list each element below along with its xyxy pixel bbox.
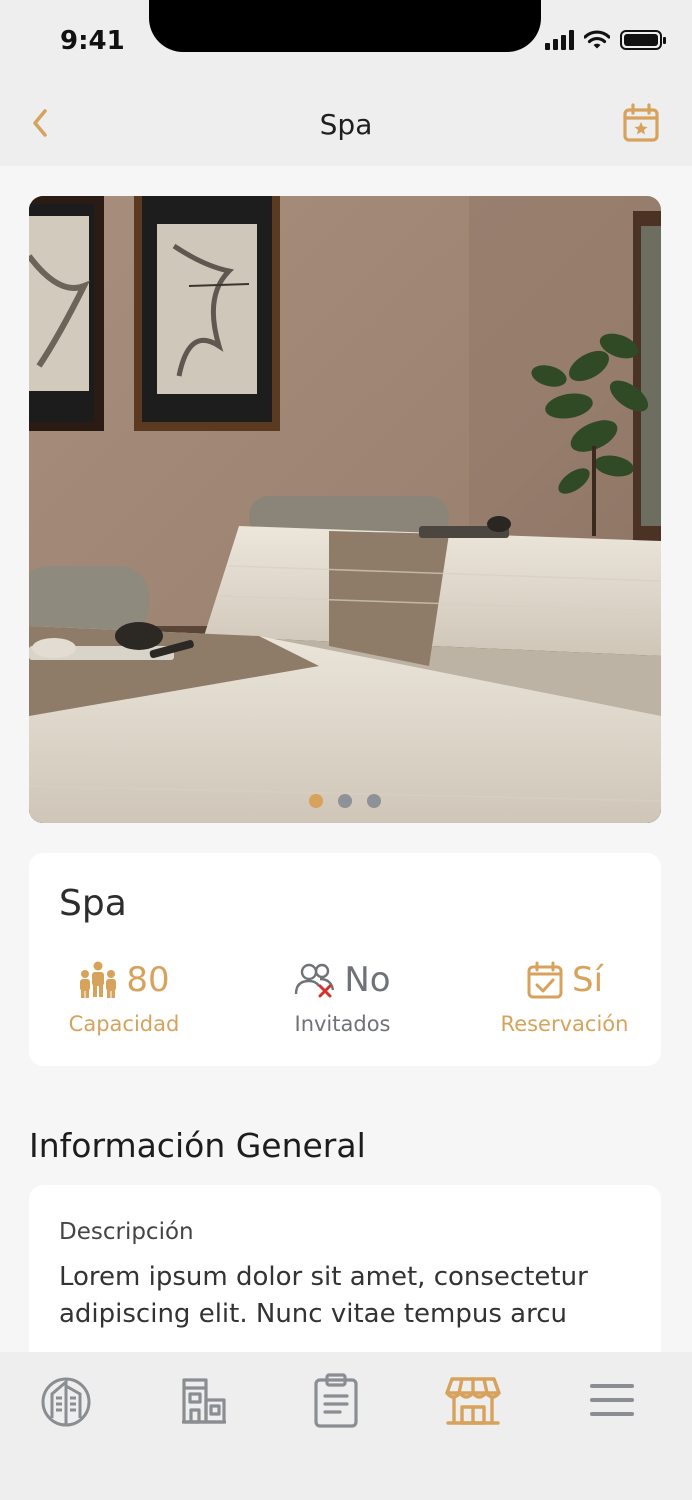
tab-hotel[interactable]: [172, 1368, 236, 1432]
wifi-icon: [584, 30, 610, 49]
pagination-dot-3[interactable]: [367, 794, 381, 808]
stat-guests: No Invitados: [275, 958, 410, 1036]
clipboard-icon: [314, 1373, 358, 1428]
building-icon: [182, 1378, 226, 1424]
tab-bar: [0, 1352, 692, 1500]
guests-denied-icon: [295, 963, 335, 998]
status-icons: [545, 30, 666, 50]
page-title: Spa: [319, 108, 373, 141]
info-card: Spa 80 Capacidad No Invitados Sí Reserva…: [29, 853, 661, 1066]
battery-icon: [620, 30, 666, 50]
capacity-label: Capacidad: [68, 1012, 180, 1036]
calendar-star-icon: [623, 103, 659, 142]
navigation-bar: Spa: [0, 88, 692, 166]
signal-icon: [545, 30, 574, 50]
guests-value: No: [344, 960, 391, 1000]
reservation-label: Reservación: [500, 1012, 629, 1036]
stat-reservation: Sí Reservación: [492, 958, 637, 1036]
stat-capacity: 80 Capacidad: [54, 958, 194, 1036]
tab-reservations[interactable]: [304, 1368, 368, 1432]
reservation-value: Sí: [571, 960, 604, 1000]
guests-label: Invitados: [294, 1012, 391, 1036]
tab-amenities[interactable]: [441, 1368, 505, 1432]
description-label: Descripción: [59, 1219, 194, 1245]
tab-menu[interactable]: [580, 1368, 644, 1432]
card-title: Spa: [59, 883, 127, 924]
status-bar: 9:41: [0, 0, 692, 88]
capacity-value: 80: [126, 960, 170, 1000]
resort-logo-icon: [41, 1377, 91, 1427]
status-time: 9:41: [60, 26, 125, 56]
device-notch: [149, 0, 541, 52]
description-text: Lorem ipsum dolor sit amet, consectetur …: [59, 1262, 588, 1329]
pagination-dot-1[interactable]: [309, 794, 323, 808]
spa-room-photo: [29, 196, 661, 823]
calendar-check-icon: [527, 961, 563, 999]
calendar-button[interactable]: [620, 102, 662, 144]
gallery-pagination: [29, 794, 661, 808]
tab-home[interactable]: [34, 1368, 98, 1432]
section-title: Información General: [29, 1126, 366, 1165]
pagination-dot-2[interactable]: [338, 794, 352, 808]
people-icon: [80, 961, 117, 998]
photo-gallery[interactable]: [29, 196, 661, 823]
menu-icon: [590, 1384, 634, 1416]
kiosk-icon: [445, 1377, 501, 1425]
